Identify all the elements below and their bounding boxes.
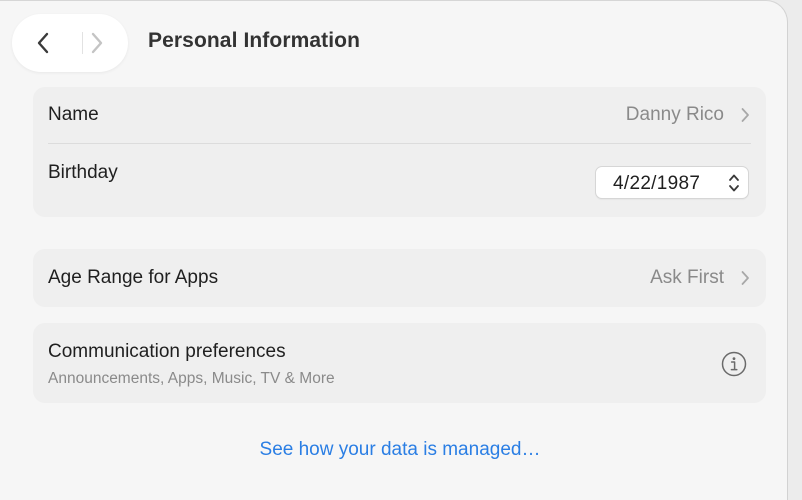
age-range-value: Ask First — [650, 267, 724, 288]
back-button[interactable] — [14, 14, 72, 72]
settings-window: Personal Information Name Danny Rico Bir… — [0, 0, 788, 500]
age-range-card[interactable]: Age Range for Apps Ask First — [33, 249, 766, 307]
navigation-buttons — [12, 14, 128, 72]
chevron-right-icon — [741, 108, 749, 122]
communication-preferences-subtitle: Announcements, Apps, Music, TV & More — [48, 370, 335, 387]
personal-info-card: Name Danny Rico Birthday 4/22/1987 — [33, 87, 766, 217]
page-title: Personal Information — [148, 29, 361, 52]
communication-preferences-label: Communication preferences — [48, 341, 286, 362]
name-value: Danny Rico — [625, 104, 724, 125]
data-management-link[interactable]: See how your data is managed… — [0, 439, 800, 461]
up-down-chevron-icon[interactable] — [727, 171, 741, 195]
chevron-right-icon — [741, 271, 749, 285]
forward-button[interactable] — [68, 14, 126, 72]
chevron-right-icon — [91, 32, 103, 54]
chevron-left-icon — [37, 32, 49, 54]
name-label: Name — [48, 104, 99, 125]
communication-preferences-card[interactable]: Communication preferences Announcements,… — [33, 323, 766, 403]
age-range-label: Age Range for Apps — [48, 267, 219, 288]
birthday-label: Birthday — [48, 162, 118, 183]
birthday-date-stepper[interactable]: 4/22/1987 — [595, 166, 749, 199]
info-circle-icon[interactable] — [721, 351, 747, 377]
birthday-value: 4/22/1987 — [613, 173, 701, 194]
name-row[interactable]: Name Danny Rico — [33, 87, 766, 143]
